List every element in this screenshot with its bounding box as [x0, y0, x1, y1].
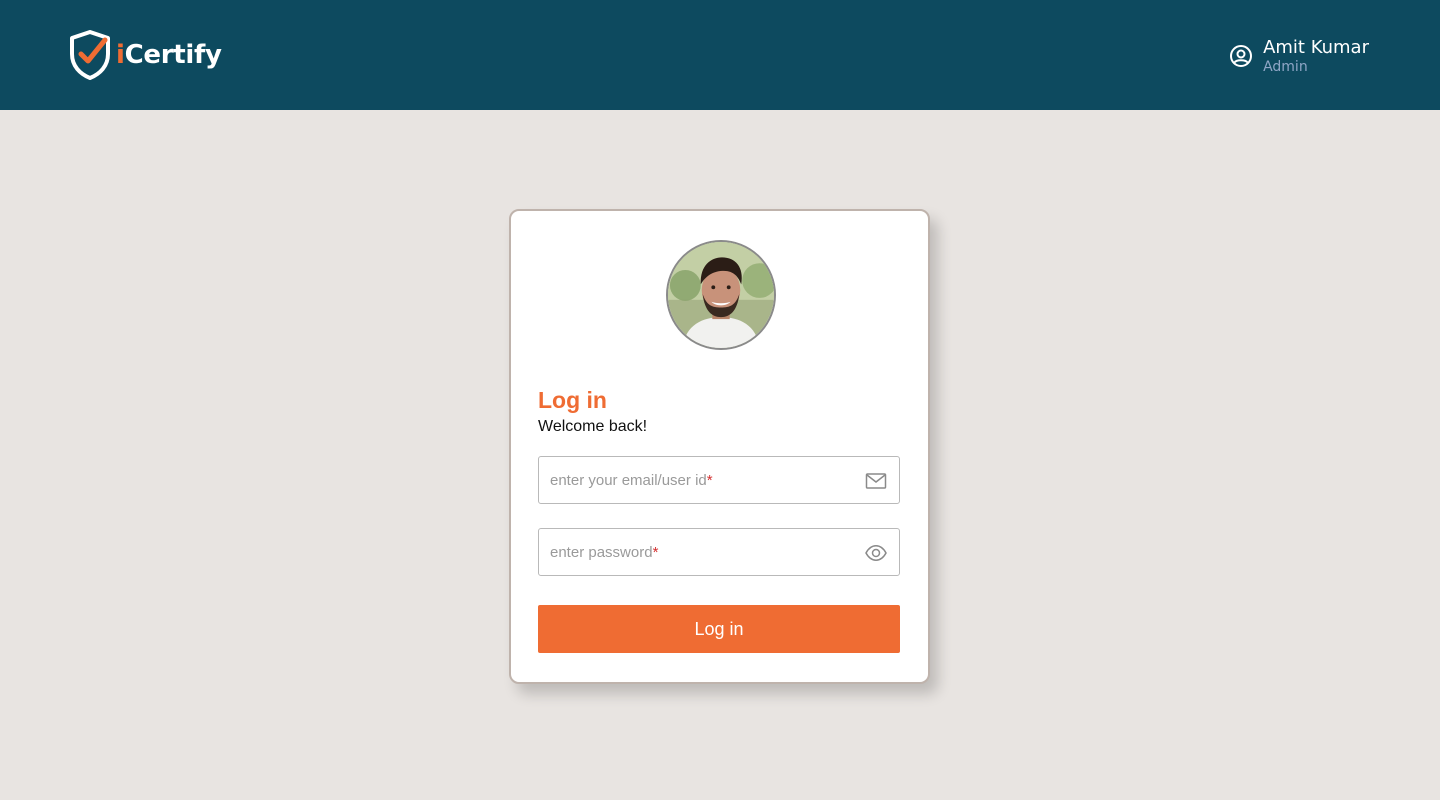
avatar-image — [668, 242, 774, 348]
mail-icon — [865, 473, 887, 489]
required-mark: * — [652, 544, 659, 561]
email-placeholder-text: enter your email/user id — [550, 472, 707, 489]
user-circle-icon — [1230, 45, 1253, 67]
logo-text-prefix: i — [116, 40, 125, 70]
user-role: Admin — [1263, 59, 1308, 75]
logo-text: iCertify — [116, 40, 222, 70]
eye-icon[interactable] — [865, 542, 887, 564]
user-name: Amit Kumar — [1263, 37, 1369, 58]
login-card: Log in Welcome back! enter your email/us… — [509, 209, 930, 684]
top-header: iCertify Amit Kumar Admin — [0, 0, 1440, 110]
user-text: Amit Kumar Admin — [1263, 37, 1369, 75]
icertify-logo[interactable]: iCertify — [69, 30, 222, 80]
avatar — [666, 240, 776, 350]
login-subtitle: Welcome back! — [538, 418, 648, 435]
password-field[interactable]: enter password* — [538, 528, 900, 576]
login-button[interactable]: Log in — [538, 605, 900, 653]
login-title: Log in — [538, 387, 607, 413]
user-profile[interactable]: Amit Kumar Admin — [1229, 37, 1369, 75]
logo-text-name: Certify — [124, 40, 222, 70]
required-mark: * — [706, 472, 713, 489]
email-placeholder: enter your email/user id* — [550, 472, 713, 489]
email-field[interactable]: enter your email/user id* — [538, 456, 900, 504]
password-placeholder-text: enter password — [550, 544, 653, 561]
shield-check-icon — [70, 30, 110, 80]
password-placeholder: enter password* — [550, 544, 658, 561]
